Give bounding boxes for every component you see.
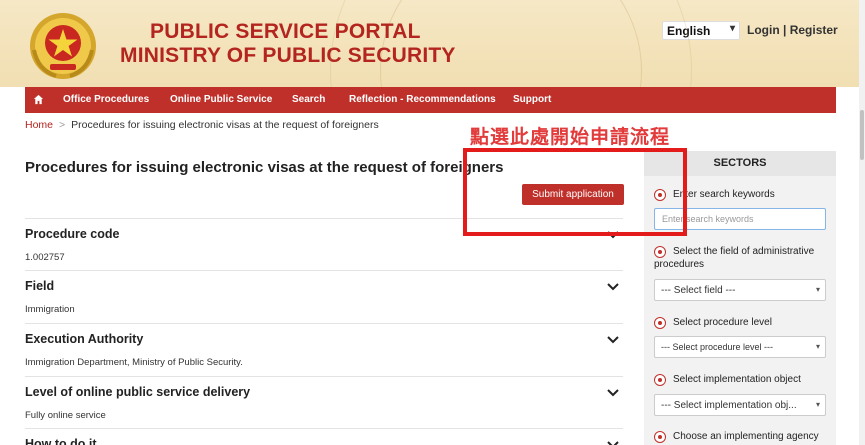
section-title: Execution Authority xyxy=(25,332,144,346)
nav-item-office-procedures[interactable]: Office Procedures xyxy=(63,94,149,105)
procedure-level-label: Select procedure level xyxy=(673,317,772,328)
nav-item-reflection[interactable]: Reflection - Recommendations xyxy=(349,94,496,105)
chevron-down-icon[interactable] xyxy=(607,441,619,445)
register-link[interactable]: Register xyxy=(790,23,838,37)
implementing-agency-label: Choose an implementing agency xyxy=(673,431,819,442)
site-header: PUBLIC SERVICE PORTAL MINISTRY OF PUBLIC… xyxy=(0,0,865,87)
breadcrumb-home[interactable]: Home xyxy=(25,119,53,131)
annotation-text: 點選此處開始申請流程 xyxy=(470,126,671,148)
chevron-down-icon[interactable] xyxy=(607,389,619,397)
auth-links: Login | Register xyxy=(747,23,838,37)
section-title: Procedure code xyxy=(25,227,120,241)
implementation-object-label: Select implementation object xyxy=(673,374,801,385)
radio-implementing-agency[interactable] xyxy=(654,431,666,443)
login-link[interactable]: Login xyxy=(747,23,780,37)
chevron-down-icon: ▾ xyxy=(815,285,820,294)
language-value: English xyxy=(667,24,711,38)
field-select[interactable]: --- Select field --- ▾ xyxy=(654,279,826,301)
section-execution-authority[interactable]: Execution Authority Immigration Departme… xyxy=(25,323,623,376)
radio-implementation-object[interactable] xyxy=(654,374,666,386)
scrollbar-thumb[interactable] xyxy=(860,110,864,160)
nav-item-online-public-service[interactable]: Online Public Service xyxy=(170,94,272,105)
section-value: Immigration Department, Ministry of Publ… xyxy=(25,357,243,368)
breadcrumb-separator: > xyxy=(59,119,66,131)
language-select[interactable]: English ▾ xyxy=(662,21,740,40)
home-icon[interactable] xyxy=(33,94,44,105)
section-value: Fully online service xyxy=(25,410,106,421)
highlight-box xyxy=(463,148,687,236)
nav-item-search[interactable]: Search xyxy=(292,94,325,105)
section-value: 1.002757 xyxy=(25,252,65,263)
chevron-down-icon: ▾ xyxy=(815,400,820,409)
field-select-value: --- Select field --- xyxy=(661,285,736,296)
implementation-object-select[interactable]: --- Select implementation obj... ▾ xyxy=(654,394,826,416)
chevron-down-icon[interactable] xyxy=(607,283,619,291)
section-title: Field xyxy=(25,279,55,293)
national-emblem-icon xyxy=(30,13,96,79)
chevron-down-icon[interactable] xyxy=(607,336,619,344)
chevron-down-icon: ▾ xyxy=(729,23,735,34)
breadcrumb: Home > Procedures for issuing electronic v… xyxy=(25,119,379,131)
section-how-to-do-it[interactable]: How to do it xyxy=(25,428,623,445)
page-title: Procedures for issuing electronic visas … xyxy=(25,159,504,176)
implementation-object-value: --- Select implementation obj... xyxy=(661,400,797,411)
section-field[interactable]: Field Immigration xyxy=(25,270,623,323)
search-keywords-label: Enter search keywords xyxy=(673,189,775,200)
main-nav: Office Procedures Online Public Service … xyxy=(25,87,836,113)
chevron-down-icon: ▾ xyxy=(815,342,820,351)
portal-title: PUBLIC SERVICE PORTAL xyxy=(150,20,421,43)
breadcrumb-current: Procedures for issuing electronic visas … xyxy=(71,119,379,131)
procedure-level-select[interactable]: --- Select procedure level --- ▾ xyxy=(654,336,826,358)
section-title: How to do it xyxy=(25,437,97,445)
nav-item-support[interactable]: Support xyxy=(513,94,551,105)
ministry-title: MINISTRY OF PUBLIC SECURITY xyxy=(120,44,456,67)
section-value: Immigration xyxy=(25,304,75,315)
section-title: Level of online public service delivery xyxy=(25,385,251,399)
procedure-level-value: --- Select procedure level --- xyxy=(661,342,774,352)
section-service-level[interactable]: Level of online public service delivery … xyxy=(25,376,623,428)
auth-separator: | xyxy=(783,23,787,37)
scrollbar-track[interactable] xyxy=(859,0,865,445)
field-label: Select the field of administrative proce… xyxy=(654,246,815,270)
radio-procedure-level[interactable] xyxy=(654,317,666,329)
